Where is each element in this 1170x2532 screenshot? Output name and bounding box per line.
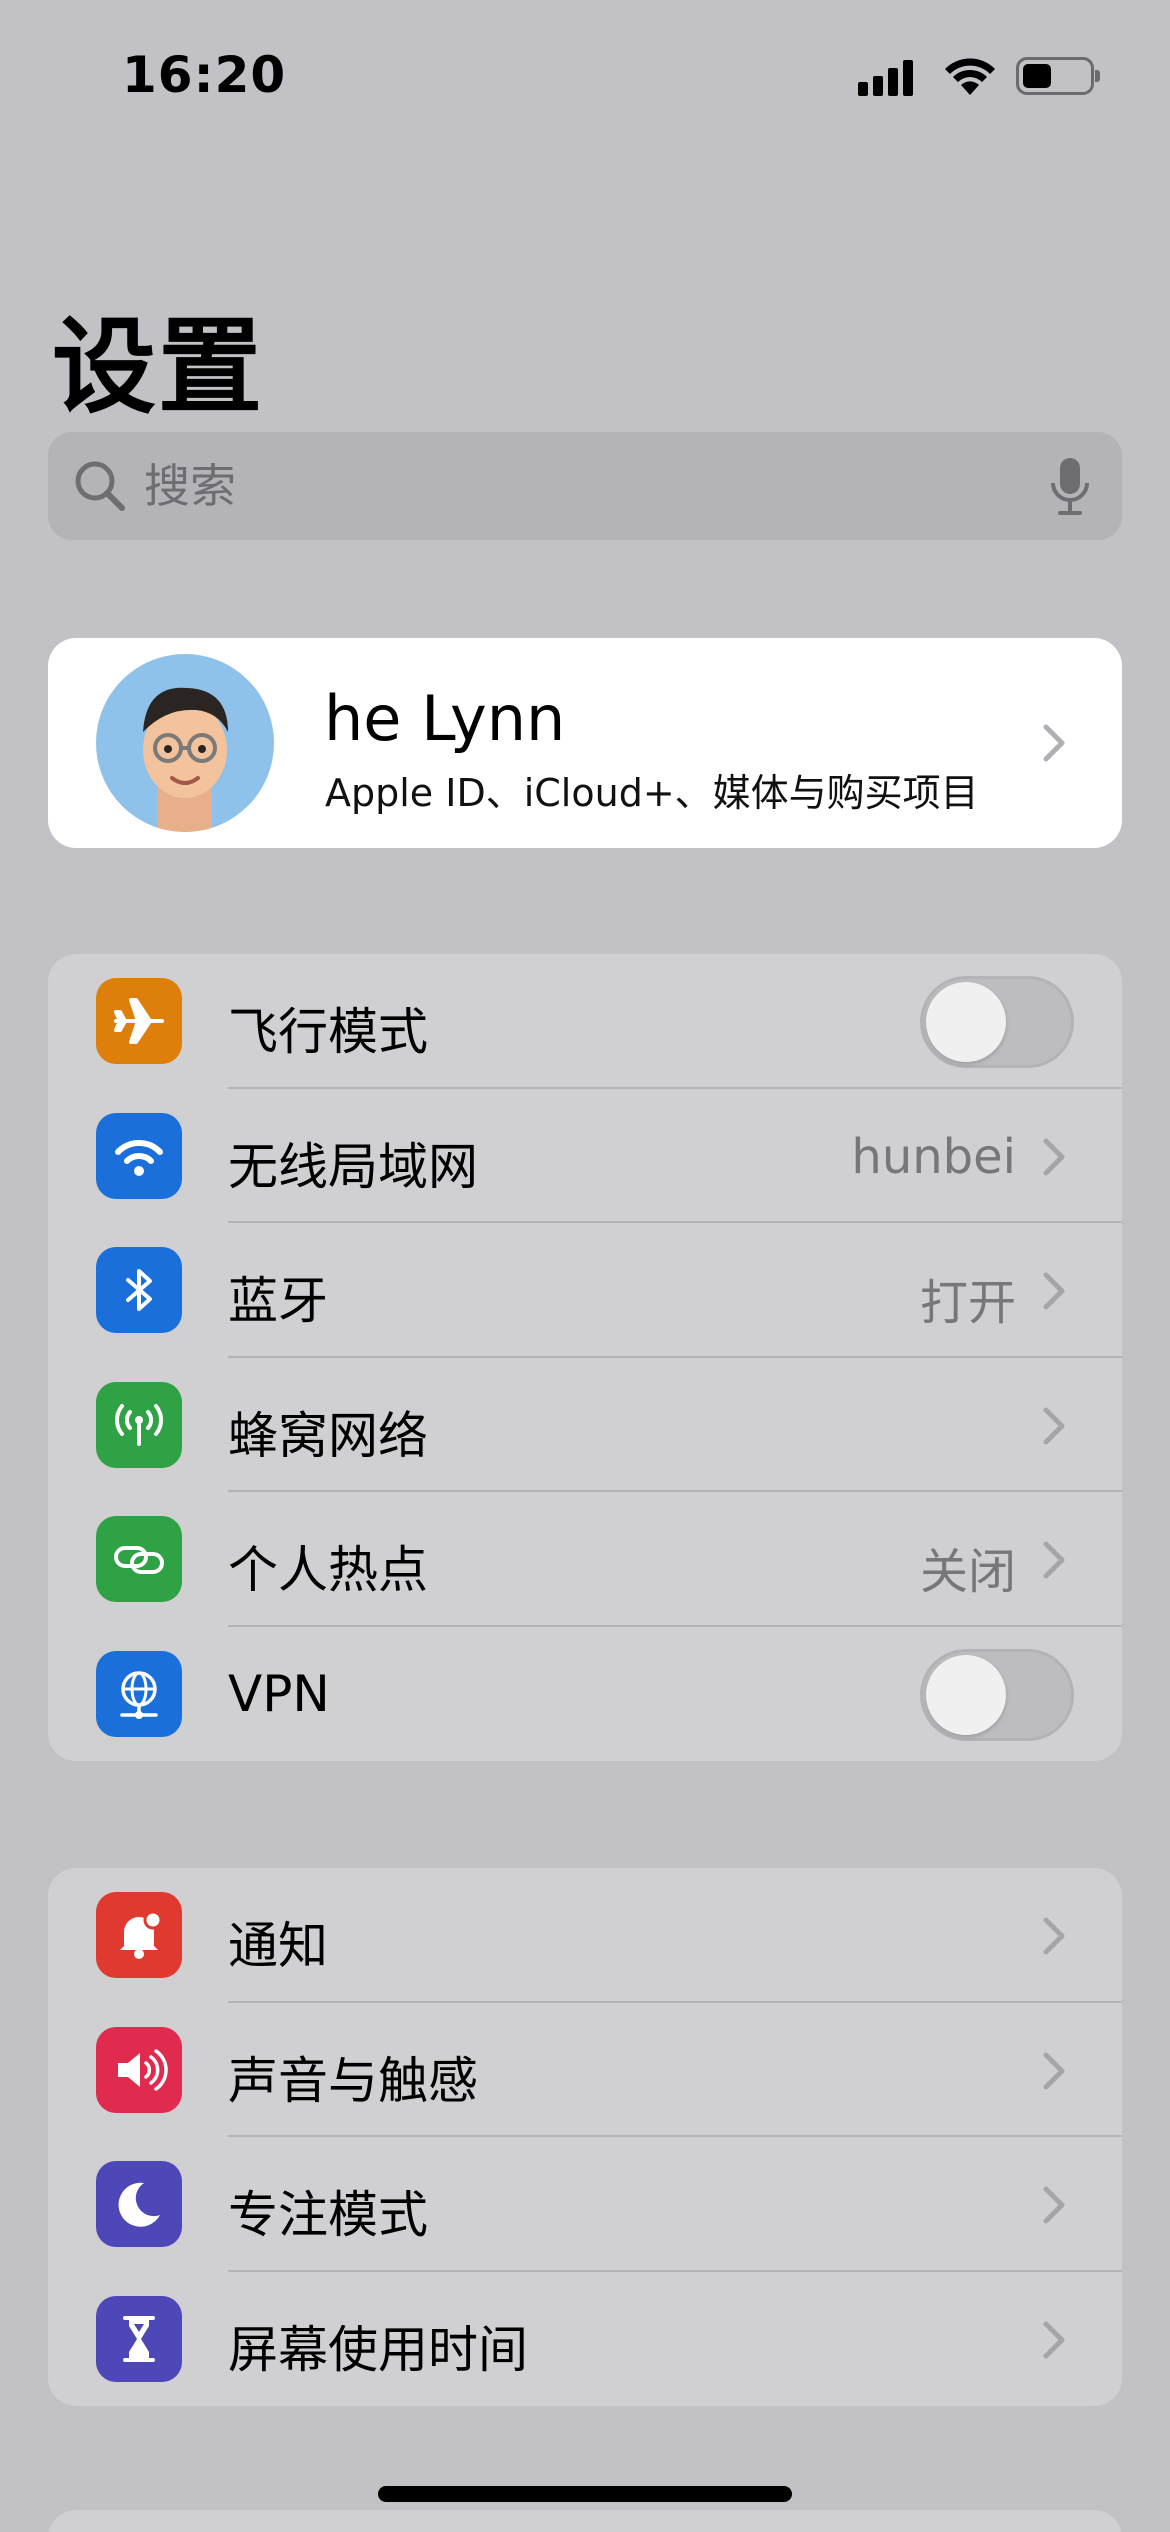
vpn-globe-icon	[120, 1670, 158, 1719]
chevron-right-icon	[1043, 2052, 1065, 2089]
cellular-icon-box	[96, 1381, 182, 1468]
settings-row-focus[interactable]: 专注模式	[48, 2137, 1122, 2272]
notification-bell-icon	[120, 1910, 163, 1959]
settings-row-label: 专注模式	[228, 2186, 428, 2244]
settings-row-vpn[interactable]: VPN	[48, 1627, 1122, 1762]
settings-row-label: 通知	[228, 1917, 328, 1975]
status-time: 16:20	[122, 46, 287, 104]
chevron-right-icon	[1043, 1272, 1065, 1310]
settings-row-wifi[interactable]: 无线局域网 hunbei	[48, 1089, 1122, 1223]
chevron-right-icon	[1043, 1138, 1065, 1175]
hotspot-icon-box	[96, 1516, 182, 1602]
status-bar: 16:20	[0, 0, 1170, 150]
settings-row-value: hunbei	[851, 1128, 1016, 1185]
settings-row-personal-hotspot[interactable]: 个人热点 关闭	[48, 1492, 1122, 1627]
settings-row-bluetooth[interactable]: 蓝牙 打开	[48, 1223, 1122, 1358]
wifi-icon	[115, 1139, 163, 1176]
sound-icon-box	[96, 2026, 182, 2113]
vpn-icon-box	[96, 1650, 182, 1737]
settings-row-airplane-mode[interactable]: 飞行模式	[48, 954, 1122, 1089]
airplane-mode-toggle[interactable]	[920, 976, 1074, 1068]
hotspot-link-icon	[114, 1546, 164, 1574]
next-settings-group-peek	[48, 2510, 1122, 2532]
settings-row-value: 关闭	[919, 1544, 1016, 1600]
settings-row-sounds-haptics[interactable]: 声音与触感	[48, 2003, 1122, 2137]
airplane-icon	[114, 998, 164, 1044]
settings-row-cellular[interactable]: 蜂窝网络	[48, 1358, 1122, 1492]
settings-row-label: VPN	[228, 1664, 330, 1723]
settings-row-label: 飞行模式	[228, 1003, 428, 1061]
chevron-right-icon	[1043, 1407, 1065, 1444]
apple-id-profile-card[interactable]: he Lynn Apple ID、iCloud+、媒体与购买项目	[48, 638, 1122, 848]
profile-name: he Lynn	[324, 682, 566, 755]
settings-row-label: 屏幕使用时间	[228, 2320, 528, 2379]
chevron-right-icon	[1043, 2321, 1065, 2358]
search-icon	[75, 461, 125, 511]
system-settings-group: 通知 声音与触感 专注模式 屏幕使用时间	[48, 1868, 1122, 2406]
chevron-right-icon	[1043, 724, 1065, 762]
bluetooth-icon-box	[96, 1247, 182, 1333]
settings-row-label: 个人热点	[228, 1541, 428, 1599]
page-title: 设置	[52, 306, 265, 428]
settings-row-value: 打开	[919, 1275, 1016, 1331]
wifi-status-icon	[945, 58, 995, 95]
speaker-icon	[118, 2048, 168, 2091]
settings-row-label: 蓝牙	[228, 1272, 328, 1330]
battery-icon	[1016, 57, 1100, 95]
status-icons	[858, 52, 1100, 100]
notification-icon-box	[96, 1892, 182, 1978]
wifi-icon-box	[96, 1112, 182, 1199]
settings-row-label: 声音与触感	[228, 2051, 478, 2110]
avatar	[96, 654, 274, 832]
cellular-signal-icon	[858, 56, 924, 96]
settings-row-notifications[interactable]: 通知	[48, 1868, 1122, 2003]
hourglass-icon	[123, 2315, 155, 2362]
settings-row-label: 蜂窝网络	[228, 1406, 428, 1465]
chevron-right-icon	[1043, 2186, 1065, 2224]
chevron-right-icon	[1043, 1917, 1065, 1955]
profile-subtitle: Apple ID、iCloud+、媒体与购买项目	[325, 771, 979, 815]
home-indicator[interactable]	[378, 2486, 792, 2502]
microphone-icon[interactable]	[1048, 455, 1092, 517]
memoji-avatar-icon	[143, 687, 228, 832]
cellular-antenna-icon	[114, 1403, 164, 1446]
focus-icon-box	[96, 2161, 182, 2247]
connectivity-settings-group: 飞行模式 无线局域网 hunbei 蓝牙 打开 蜂窝网络 个人热点 关闭 VPN	[48, 954, 1122, 1761]
moon-icon	[118, 2182, 160, 2227]
airplane-icon-box	[96, 978, 182, 1064]
settings-row-screen-time[interactable]: 屏幕使用时间	[48, 2272, 1122, 2407]
vpn-toggle[interactable]	[920, 1648, 1074, 1741]
settings-row-label: 无线局域网	[228, 1137, 478, 1196]
search-bar[interactable]	[48, 432, 1122, 540]
bluetooth-icon	[126, 1269, 152, 1311]
search-input[interactable]	[130, 459, 1048, 513]
chevron-right-icon	[1043, 1541, 1065, 1579]
screen-time-icon-box	[96, 2295, 182, 2382]
